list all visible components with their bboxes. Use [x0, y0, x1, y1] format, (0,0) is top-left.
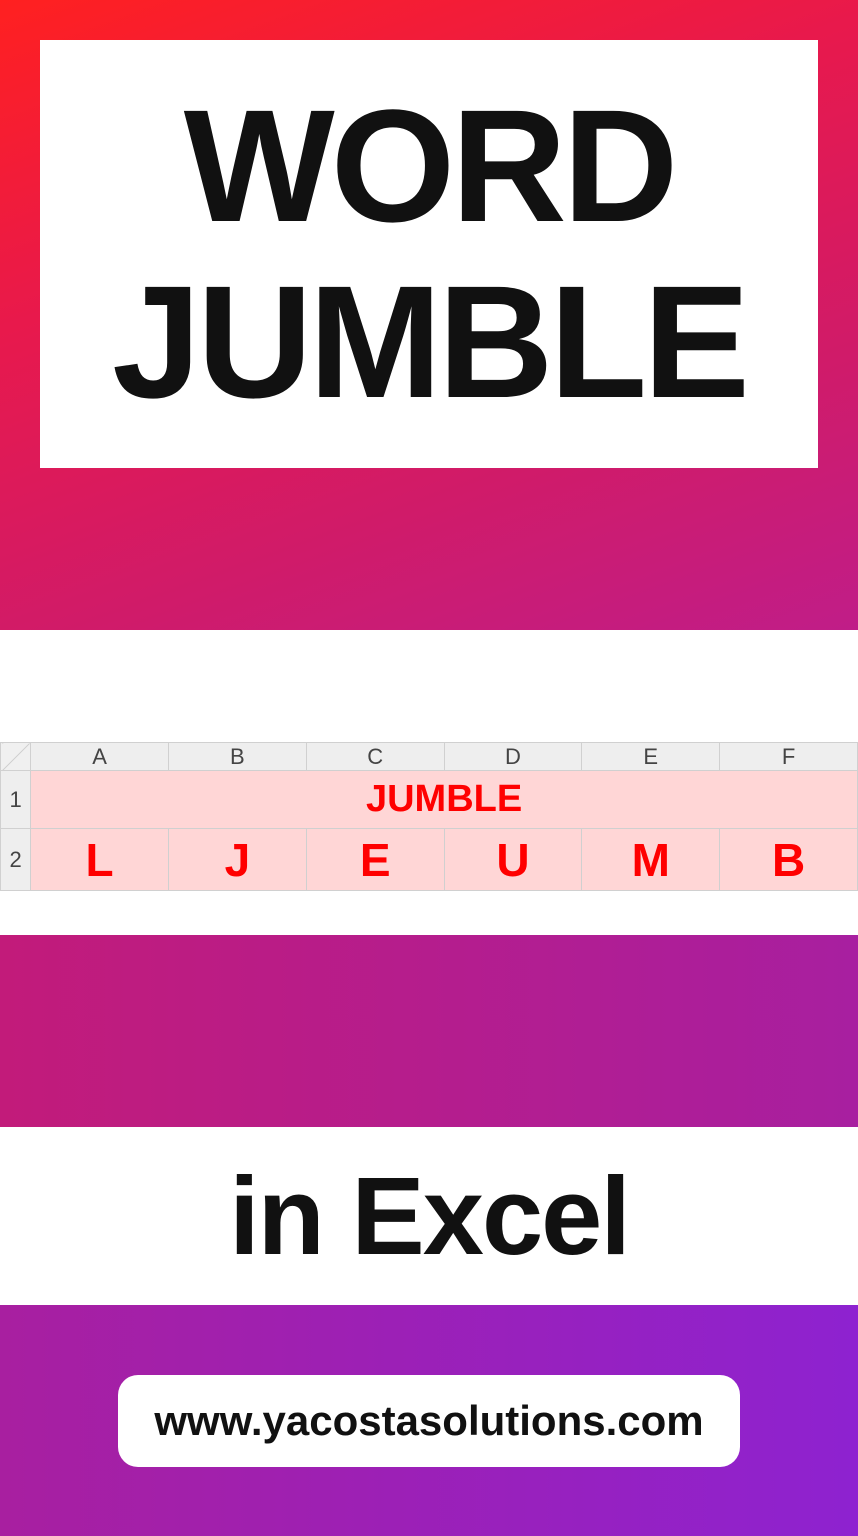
- col-header-F: F: [720, 743, 858, 771]
- row-header-1: 1: [1, 771, 31, 829]
- letter-cell-E2: M: [582, 829, 720, 891]
- excel-screenshot-panel: A B C D E F 1 JUMBLE 2 L J E U M: [0, 630, 858, 935]
- col-header-A: A: [31, 743, 169, 771]
- title-box: WORD JUMBLE: [40, 40, 818, 468]
- data-row-1: 1 JUMBLE: [1, 771, 858, 829]
- letter-cell-D2: U: [444, 829, 582, 891]
- subtitle-text: in Excel: [229, 1153, 629, 1280]
- url-text: www.yacostasolutions.com: [154, 1397, 703, 1445]
- excel-grid: A B C D E F 1 JUMBLE 2 L J E U M: [0, 742, 858, 891]
- col-header-D: D: [444, 743, 582, 771]
- promo-graphic: WORD JUMBLE A B C D E F 1 JUMBLE: [0, 0, 858, 1536]
- letter-cell-C2: E: [306, 829, 444, 891]
- data-row-2: 2 L J E U M B: [1, 829, 858, 891]
- excel-grid-wrap: A B C D E F 1 JUMBLE 2 L J E U M: [0, 674, 858, 891]
- url-pill: www.yacostasolutions.com: [118, 1375, 739, 1467]
- col-header-B: B: [168, 743, 306, 771]
- title-line-1: WORD: [184, 78, 675, 254]
- title-line-2: JUMBLE: [112, 254, 746, 430]
- letter-cell-F2: B: [720, 829, 858, 891]
- merged-title-cell: JUMBLE: [31, 771, 858, 829]
- mid-gradient-band: [0, 935, 858, 1127]
- column-header-row: A B C D E F: [1, 743, 858, 771]
- select-all-corner: [1, 743, 31, 771]
- top-gradient-panel: WORD JUMBLE: [0, 0, 858, 630]
- col-header-E: E: [582, 743, 720, 771]
- bottom-gradient-panel: www.yacostasolutions.com: [0, 1305, 858, 1536]
- row-header-2: 2: [1, 829, 31, 891]
- letter-cell-A2: L: [31, 829, 169, 891]
- subtitle-panel: in Excel: [0, 1127, 858, 1305]
- col-header-C: C: [306, 743, 444, 771]
- letter-cell-B2: J: [168, 829, 306, 891]
